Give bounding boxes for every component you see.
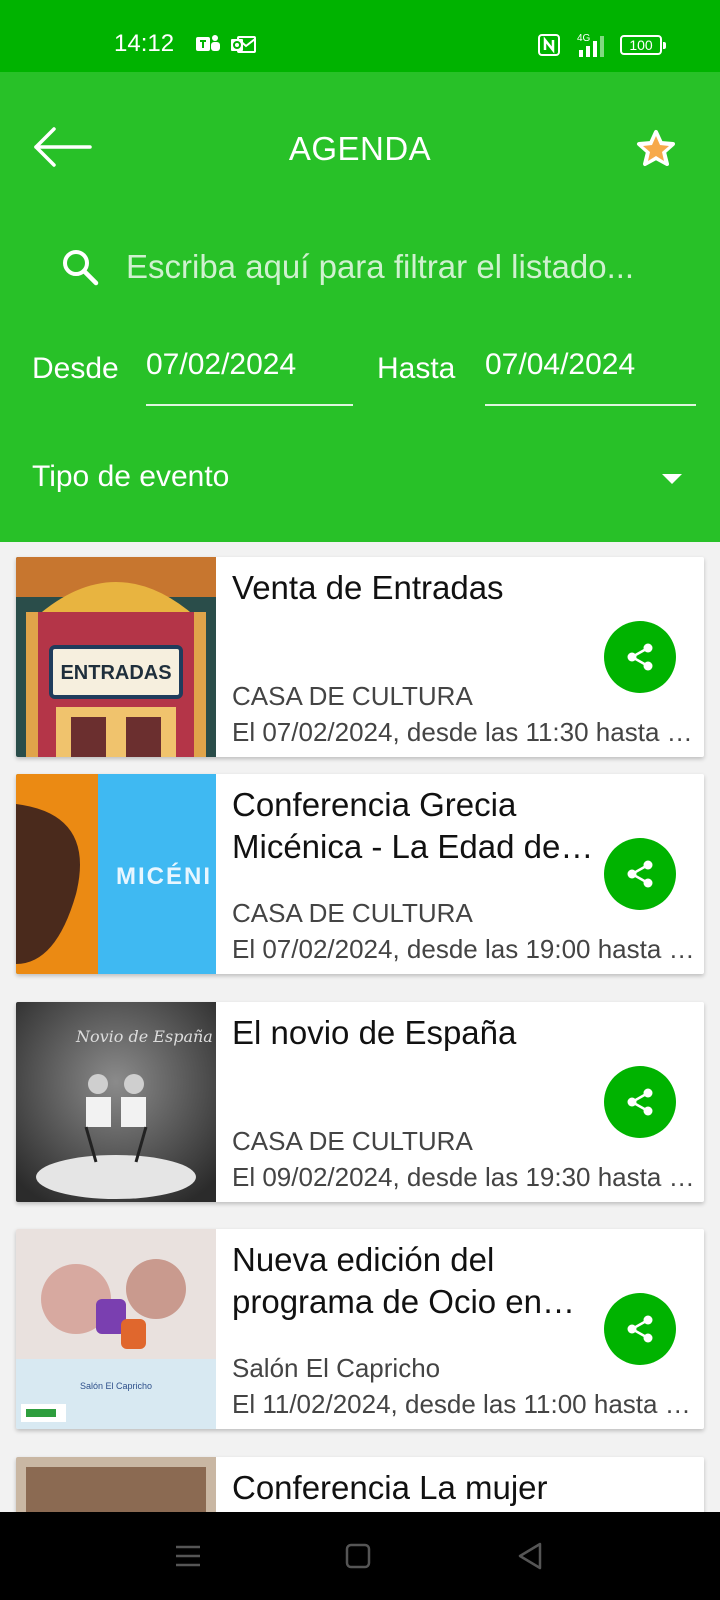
chevron-down-icon bbox=[662, 474, 682, 484]
signal-4g-icon: 4G bbox=[577, 33, 604, 57]
event-date: El 07/02/2024, desde las 11:30 hasta las… bbox=[232, 717, 696, 747]
triangle-back-icon[interactable] bbox=[510, 1536, 550, 1576]
event-place: Salón El Capricho bbox=[232, 1353, 441, 1383]
share-icon bbox=[627, 643, 653, 671]
status-bar: 14:12 4G 100 bbox=[0, 0, 720, 72]
battery-indicator: 100 bbox=[620, 35, 666, 55]
page-title: AGENDA bbox=[288, 130, 432, 167]
event-title: Conferencia La mujer bbox=[232, 1469, 548, 1506]
star-icon[interactable] bbox=[632, 126, 680, 174]
system-nav-bar bbox=[0, 1512, 720, 1600]
event-place: CASA DE CULTURA bbox=[232, 1126, 473, 1156]
hasta-label: Hasta bbox=[377, 352, 456, 385]
menu-icon[interactable] bbox=[168, 1536, 208, 1576]
share-icon bbox=[627, 860, 653, 888]
event-card[interactable]: Salón El Capricho Nueva edición del prog… bbox=[16, 1229, 704, 1429]
event-title: Nueva edición del programa de Ocio en Fa… bbox=[232, 1241, 543, 1320]
share-button[interactable] bbox=[604, 1293, 676, 1365]
teams-icon bbox=[196, 35, 220, 51]
event-card[interactable]: ENTRADAS Venta de Entradas CASA DE CULTU… bbox=[16, 557, 704, 757]
event-type-label: Tipo de evento bbox=[32, 460, 230, 493]
share-button[interactable] bbox=[604, 621, 676, 693]
event-image-text: Novio de España bbox=[75, 1027, 213, 1046]
event-place: CASA DE CULTURA bbox=[232, 898, 473, 928]
event-date: El 11/02/2024, desde las 11:00 hasta las… bbox=[232, 1389, 696, 1419]
event-image: MICÉNI bbox=[16, 774, 216, 974]
event-place: CASA DE CULTURA bbox=[232, 681, 473, 711]
event-image bbox=[16, 1457, 216, 1512]
app-header: AGENDA Desde 07/02/2024 Hasta 07/04/2024… bbox=[0, 72, 720, 542]
event-title: El novio de España bbox=[232, 1014, 517, 1051]
svg-text:4G: 4G bbox=[577, 33, 591, 44]
search-icon bbox=[63, 250, 99, 286]
event-date: El 07/02/2024, desde las 19:00 hasta las… bbox=[232, 934, 696, 964]
event-image: ENTRADAS bbox=[16, 557, 216, 757]
event-image-text: MICÉNI bbox=[116, 862, 212, 890]
event-card[interactable]: Novio de España El novio de España CASA … bbox=[16, 1002, 704, 1202]
event-title: Conferencia Grecia Micénica - La Edad de… bbox=[232, 786, 561, 865]
outlook-icon bbox=[231, 36, 256, 53]
event-title: Venta de Entradas bbox=[232, 569, 504, 606]
desde-label: Desde bbox=[32, 352, 119, 385]
share-icon bbox=[627, 1088, 653, 1116]
event-card[interactable]: MICÉNI Conferencia Grecia Micénica - La … bbox=[16, 774, 704, 974]
desde-date-field[interactable]: 07/02/2024 bbox=[146, 340, 353, 406]
share-icon bbox=[627, 1315, 653, 1343]
nfc-icon bbox=[538, 34, 560, 56]
square-home-icon[interactable] bbox=[338, 1536, 378, 1576]
share-button[interactable] bbox=[604, 838, 676, 910]
share-button[interactable] bbox=[604, 1066, 676, 1138]
search-input[interactable] bbox=[126, 242, 666, 292]
event-image-text: ENTRADAS bbox=[60, 662, 171, 684]
event-list[interactable]: ENTRADAS Venta de Entradas CASA DE CULTU… bbox=[0, 542, 720, 1512]
event-image: Salón El Capricho bbox=[16, 1229, 216, 1429]
hasta-date-field[interactable]: 07/04/2024 bbox=[485, 340, 696, 406]
status-time: 14:12 bbox=[114, 30, 175, 57]
event-type-dropdown[interactable]: Tipo de evento bbox=[32, 460, 682, 504]
event-image: Novio de España bbox=[16, 1002, 216, 1202]
event-image-text: Salón El Capricho bbox=[80, 1381, 152, 1391]
event-date: El 09/02/2024, desde las 19:30 hasta las… bbox=[232, 1162, 696, 1192]
event-card[interactable]: Conferencia La mujer bbox=[16, 1457, 704, 1512]
